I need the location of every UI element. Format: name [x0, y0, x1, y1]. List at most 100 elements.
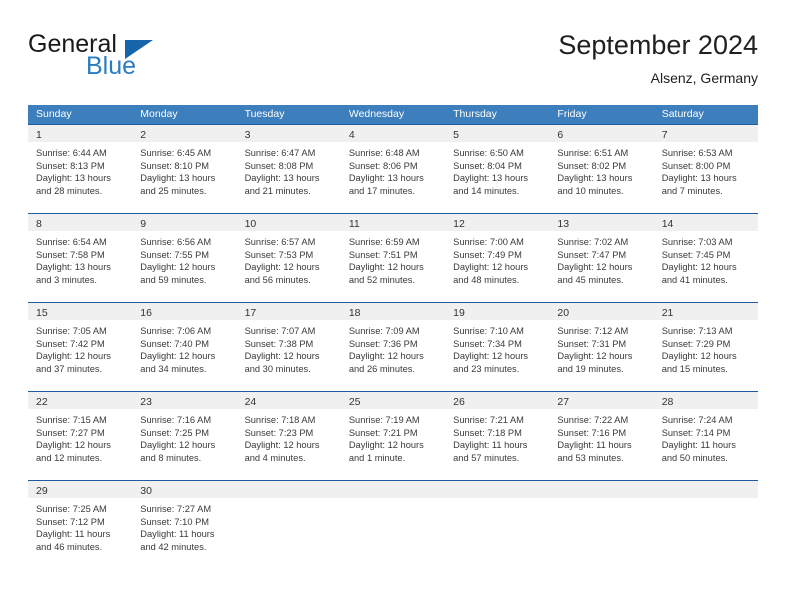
day-detail-line: Daylight: 12 hours [453, 351, 529, 362]
day-cell-20[interactable]: 20 Sunrise: 7:12 AM Sunset: 7:31 PM Dayligh… [549, 303, 654, 391]
day-detail-line: Sunrise: 6:51 AM [557, 148, 629, 158]
day-cell-22[interactable]: 22 Sunrise: 7:15 AM Sunset: 7:27 PM Dayligh… [28, 392, 133, 480]
day-detail-line: Sunset: 7:49 PM [453, 249, 522, 260]
day-cell-5[interactable]: 5 Sunrise: 6:50 AM Sunset: 8:04 PM Daylight… [445, 125, 550, 213]
day-detail-line: Sunrise: 7:15 AM [36, 415, 107, 425]
day-detail-line: and 4 minutes. [244, 452, 306, 463]
day-cell-18[interactable]: 18 Sunrise: 7:09 AM Sunset: 7:36 PM Dayligh… [340, 303, 446, 391]
day-detail-line: Sunrise: 6:44 AM [36, 148, 107, 158]
day-detail-line: Sunrise: 6:59 AM [348, 237, 420, 247]
day-number-bar [549, 481, 654, 499]
day-details: Sunrise: 6:51 AM Sunset: 8:02 PM Daylight:… [549, 143, 653, 197]
day-number: 21 [661, 307, 674, 319]
day-detail-line: Daylight: 11 hours [36, 529, 111, 540]
day-detail-line: Sunrise: 6:53 AM [661, 148, 733, 158]
day-cell-1[interactable]: 1 Sunrise: 6:44 AM Sunset: 8:13 PM Daylight… [28, 125, 133, 213]
day-detail-line: Daylight: 12 hours [244, 262, 320, 273]
day-number-bar: 16 [132, 303, 237, 321]
day-cell-4[interactable]: 4 Sunrise: 6:48 AM Sunset: 8:06 PM Daylight… [340, 125, 446, 213]
day-number: 30 [140, 485, 152, 497]
day-cell-25[interactable]: 25 Sunrise: 7:19 AM Sunset: 7:21 PM Dayligh… [340, 392, 446, 480]
day-details: Sunrise: 6:45 AM Sunset: 8:10 PM Daylight:… [132, 143, 236, 197]
day-detail-line: and 10 minutes. [557, 185, 624, 196]
day-detail-line: Sunset: 8:04 PM [453, 160, 522, 171]
day-detail-line: Sunrise: 7:12 AM [557, 326, 629, 336]
day-detail-line: Sunset: 7:25 PM [140, 427, 210, 438]
day-number: 3 [244, 129, 251, 141]
day-cell-10[interactable]: 10 Sunrise: 6:57 AM Sunset: 7:53 PM Dayligh… [236, 214, 341, 302]
calendar-week-row: 15 Sunrise: 7:05 AM Sunset: 7:42 PM Dayligh… [28, 302, 758, 391]
day-number: 7 [661, 129, 668, 141]
day-detail-line: and 1 minute. [348, 452, 406, 463]
day-cell-15[interactable]: 15 Sunrise: 7:05 AM Sunset: 7:42 PM Dayligh… [28, 303, 133, 391]
day-number-bar: 28 [653, 392, 758, 410]
day-cell-24[interactable]: 24 Sunrise: 7:18 AM Sunset: 7:23 PM Dayligh… [236, 392, 341, 480]
day-cell-29[interactable]: 29 Sunrise: 7:25 AM Sunset: 7:12 PM Dayligh… [28, 481, 133, 569]
day-cell-16[interactable]: 16 Sunrise: 7:06 AM Sunset: 7:40 PM Dayligh… [132, 303, 237, 391]
day-cell-13[interactable]: 13 Sunrise: 7:02 AM Sunset: 7:47 PM Dayligh… [549, 214, 654, 302]
page-subtitle: Alsenz, Germany [650, 70, 758, 86]
weekday-header-monday: Monday [140, 108, 178, 120]
day-detail-line: Sunset: 7:36 PM [348, 338, 418, 349]
day-details: Sunrise: 7:22 AM Sunset: 7:16 PM Daylight:… [549, 410, 653, 464]
day-detail-line: Sunset: 7:18 PM [453, 427, 522, 438]
day-detail-line: Sunset: 8:10 PM [140, 160, 210, 171]
day-details: Sunrise: 7:05 AM Sunset: 7:42 PM Daylight:… [28, 321, 132, 375]
day-detail-line: Sunrise: 6:48 AM [348, 148, 420, 158]
day-cell-30[interactable]: 30 Sunrise: 7:27 AM Sunset: 7:10 PM Dayligh… [132, 481, 237, 569]
day-cell-23[interactable]: 23 Sunrise: 7:16 AM Sunset: 7:25 PM Dayligh… [132, 392, 237, 480]
day-detail-line: and 26 minutes. [348, 363, 415, 374]
day-number-bar: 27 [549, 392, 654, 410]
day-cell-17[interactable]: 17 Sunrise: 7:07 AM Sunset: 7:38 PM Dayligh… [236, 303, 341, 391]
day-detail-line: Sunset: 8:02 PM [557, 160, 627, 171]
day-cell-28[interactable]: 28 Sunrise: 7:24 AM Sunset: 7:14 PM Dayligh… [653, 392, 758, 480]
day-detail-line: Sunrise: 7:16 AM [140, 415, 212, 425]
day-number-bar: 5 [445, 125, 550, 143]
day-details: Sunrise: 7:19 AM Sunset: 7:21 PM Daylight:… [341, 410, 445, 464]
day-cell-7[interactable]: 7 Sunrise: 6:53 AM Sunset: 8:00 PM Daylight… [653, 125, 758, 213]
day-cell-8[interactable]: 8 Sunrise: 6:54 AM Sunset: 7:58 PM Daylight… [28, 214, 133, 302]
day-details: Sunrise: 6:47 AM Sunset: 8:08 PM Daylight:… [237, 143, 341, 197]
day-number-bar [236, 481, 341, 499]
calendar-week-row: 22 Sunrise: 7:15 AM Sunset: 7:27 PM Dayligh… [28, 391, 758, 480]
day-number-bar [653, 481, 758, 499]
day-detail-line: Daylight: 12 hours [244, 351, 320, 362]
day-cell-2[interactable]: 2 Sunrise: 6:45 AM Sunset: 8:10 PM Daylight… [132, 125, 237, 213]
day-details: Sunrise: 7:07 AM Sunset: 7:38 PM Daylight:… [237, 321, 341, 375]
brand-logo[interactable]: General Blue [28, 28, 268, 88]
day-detail-line: Sunrise: 6:45 AM [140, 148, 212, 158]
day-number-bar: 25 [340, 392, 446, 410]
day-detail-line: Sunrise: 6:56 AM [140, 237, 212, 247]
day-cell-19[interactable]: 19 Sunrise: 7:10 AM Sunset: 7:34 PM Dayligh… [445, 303, 550, 391]
page-title: September 2024 [558, 30, 758, 60]
day-cell-11[interactable]: 11 Sunrise: 6:59 AM Sunset: 7:51 PM Dayligh… [340, 214, 446, 302]
day-detail-line: and 3 minutes. [36, 274, 97, 285]
day-cell-3[interactable]: 3 Sunrise: 6:47 AM Sunset: 8:08 PM Daylight… [236, 125, 341, 213]
day-details: Sunrise: 7:10 AM Sunset: 7:34 PM Daylight:… [445, 321, 549, 375]
day-detail-line: Sunset: 7:12 PM [36, 516, 105, 527]
day-cell-12[interactable]: 12 Sunrise: 7:00 AM Sunset: 7:49 PM Dayligh… [445, 214, 550, 302]
day-cell-26[interactable]: 26 Sunrise: 7:21 AM Sunset: 7:18 PM Dayligh… [445, 392, 550, 480]
day-cell-27[interactable]: 27 Sunrise: 7:22 AM Sunset: 7:16 PM Dayligh… [549, 392, 654, 480]
day-detail-line: and 25 minutes. [140, 185, 207, 196]
day-cell-empty [236, 481, 341, 569]
day-details: Sunrise: 6:44 AM Sunset: 8:13 PM Daylight:… [28, 143, 132, 197]
day-cell-21[interactable]: 21 Sunrise: 7:13 AM Sunset: 7:29 PM Dayligh… [653, 303, 758, 391]
day-detail-line: Sunrise: 6:47 AM [244, 148, 316, 158]
day-detail-line: Sunset: 7:16 PM [557, 427, 627, 438]
day-cell-14[interactable]: 14 Sunrise: 7:03 AM Sunset: 7:45 PM Dayligh… [653, 214, 758, 302]
day-detail-line: Daylight: 12 hours [36, 351, 111, 362]
day-details: Sunrise: 7:09 AM Sunset: 7:36 PM Daylight:… [341, 321, 445, 375]
day-details: Sunrise: 7:18 AM Sunset: 7:23 PM Daylight:… [237, 410, 341, 464]
day-cell-6[interactable]: 6 Sunrise: 6:51 AM Sunset: 8:02 PM Daylight… [549, 125, 654, 213]
day-detail-line: Sunset: 8:13 PM [36, 160, 105, 171]
day-number-bar: 9 [132, 214, 237, 232]
day-number: 2 [140, 129, 147, 141]
day-cell-9[interactable]: 9 Sunrise: 6:56 AM Sunset: 7:55 PM Daylight… [132, 214, 237, 302]
day-details: Sunrise: 7:03 AM Sunset: 7:45 PM Daylight:… [654, 232, 758, 286]
day-detail-line: Daylight: 12 hours [557, 262, 633, 273]
day-detail-line: Sunset: 7:27 PM [36, 427, 105, 438]
day-detail-line: Sunrise: 7:13 AM [661, 326, 733, 336]
title-block: September 2024 Alsenz, Germany [558, 28, 758, 88]
day-number: 15 [36, 307, 48, 319]
